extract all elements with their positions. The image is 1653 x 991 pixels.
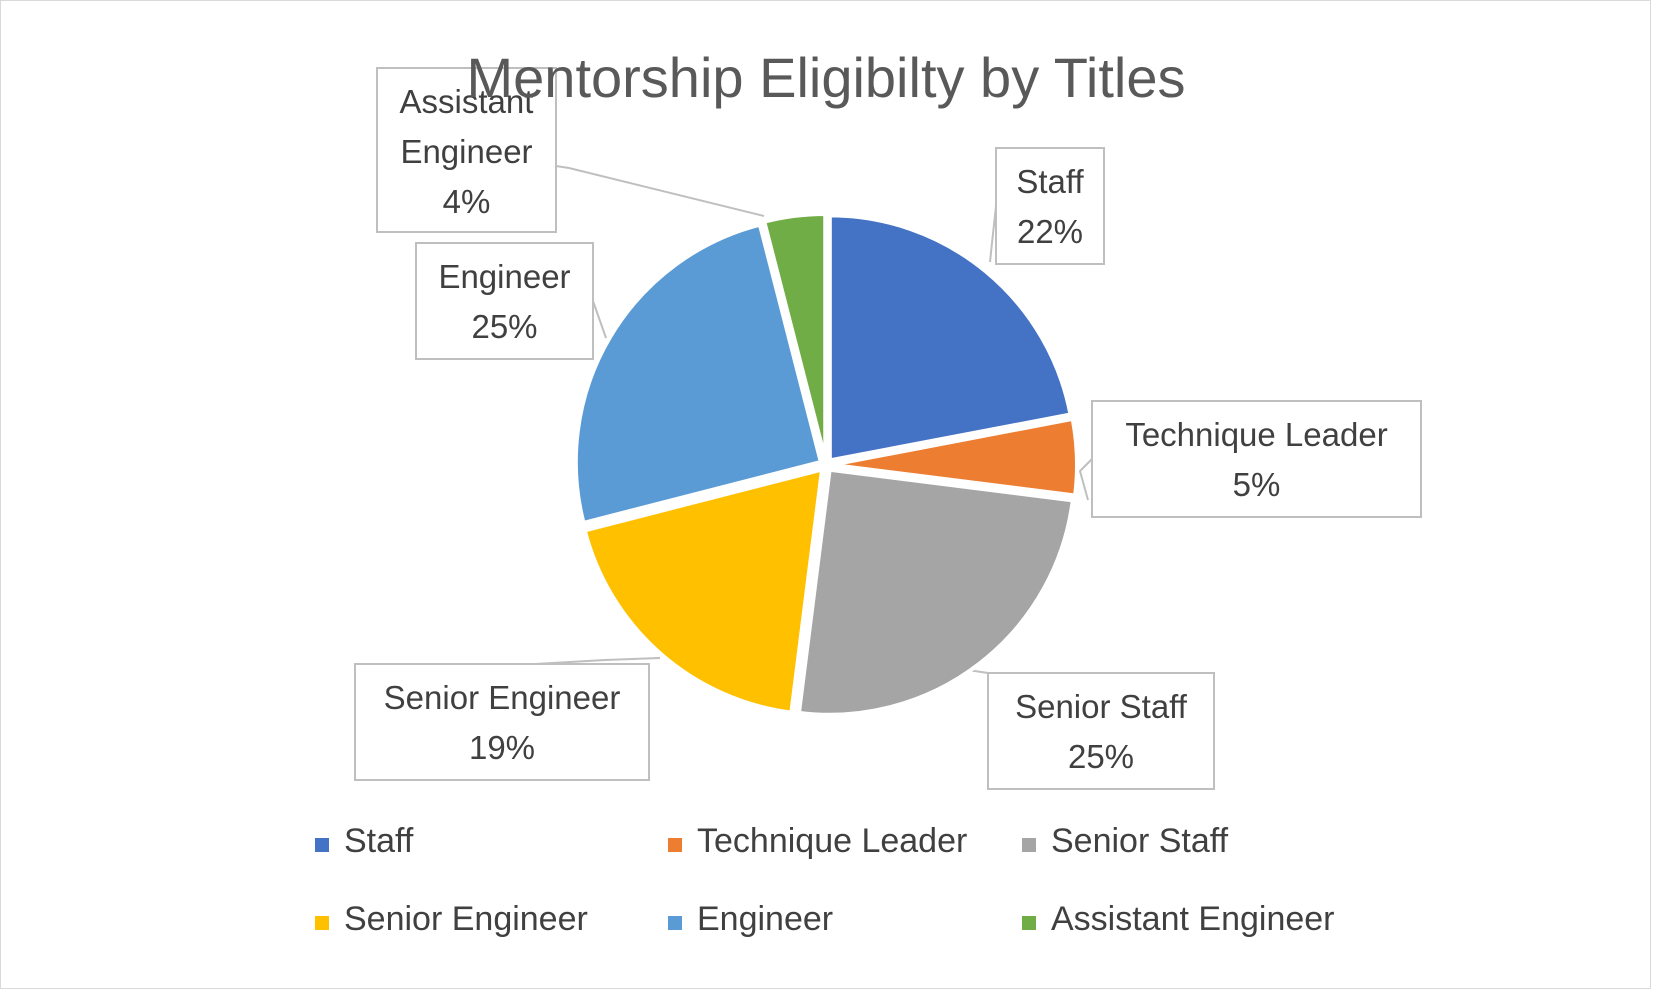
data-label-value-senior-engineer: 19%: [469, 729, 535, 766]
legend-item-engineer: Engineer: [668, 900, 833, 938]
legend-swatch-assistant-engineer: [1022, 916, 1036, 930]
data-label-value-staff: 22%: [1017, 213, 1083, 250]
legend-item-technique-leader: Technique Leader: [668, 822, 967, 860]
pie-chart: Staff 22% Technique Leader 5% Senior Staff 25…: [315, 46, 1422, 938]
data-label-name-staff: Staff: [1016, 163, 1084, 200]
legend-label-staff: Staff: [344, 822, 414, 860]
legend-swatch-engineer: [668, 916, 682, 930]
data-label-name-senior-staff: Senior Staff: [1015, 688, 1188, 725]
leader-line-technique-leader: [1078, 458, 1093, 501]
leader-line-engineer: [592, 300, 607, 339]
legend-swatch-staff: [315, 838, 329, 852]
legend-label-technique-leader: Technique Leader: [697, 822, 967, 860]
legend-label-assistant-engineer: Assistant Engineer: [1051, 900, 1335, 938]
legend-item-senior-engineer: Senior Engineer: [315, 900, 588, 938]
data-label-value-technique-leader: 5%: [1233, 466, 1281, 503]
chart-title: Mentorship Eligibilty by Titles: [467, 46, 1186, 109]
legend-swatch-senior-engineer: [315, 916, 329, 930]
data-label-value-senior-staff: 25%: [1068, 738, 1134, 775]
legend-item-senior-staff: Senior Staff: [1022, 822, 1229, 860]
data-label-value-engineer: 25%: [471, 308, 537, 345]
leader-line-assistant-engineer: [555, 165, 765, 217]
data-label-value-assistant-engineer: 4%: [443, 183, 491, 220]
data-label-name-engineer: Engineer: [438, 258, 570, 295]
data-label-name-assistant-engineer: Engineer: [400, 133, 532, 170]
data-label-name-technique-leader: Technique Leader: [1125, 416, 1387, 453]
legend-label-senior-staff: Senior Staff: [1051, 822, 1229, 860]
legend: Staff Technique Leader Senior Staff Senior …: [315, 822, 1335, 938]
pie-slices: [573, 212, 1079, 717]
legend-swatch-senior-staff: [1022, 838, 1036, 852]
data-label-name-senior-engineer: Senior Engineer: [384, 679, 621, 716]
legend-label-engineer: Engineer: [697, 900, 833, 938]
legend-item-staff: Staff: [315, 822, 414, 860]
legend-label-senior-engineer: Senior Engineer: [344, 900, 588, 938]
legend-item-assistant-engineer: Assistant Engineer: [1022, 900, 1335, 938]
legend-swatch-technique-leader: [668, 838, 682, 852]
